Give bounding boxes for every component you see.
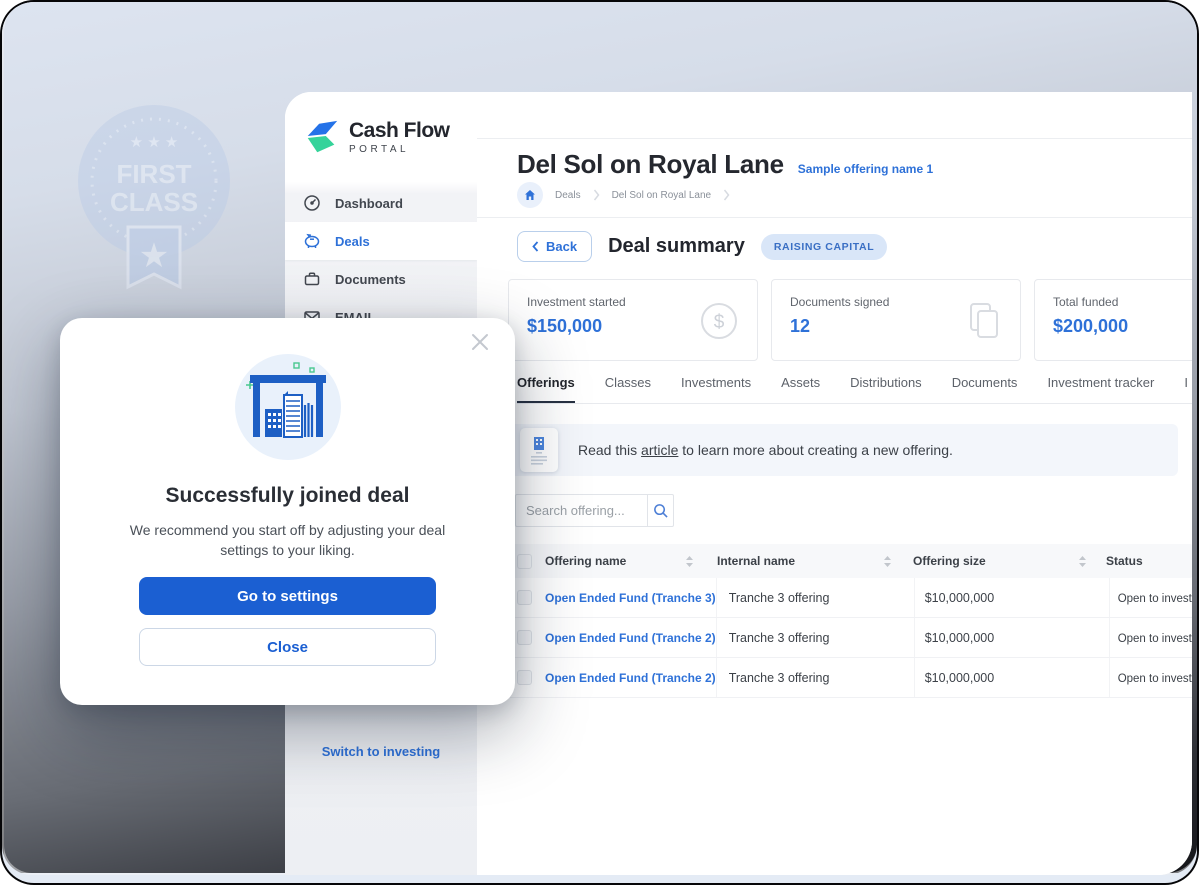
breadcrumb: Deals Del Sol on Royal Lane [517, 182, 730, 208]
modal-title: Successfully joined deal [60, 484, 515, 508]
article-doc-icon [520, 428, 558, 472]
back-button[interactable]: Back [517, 231, 592, 262]
tab-assets[interactable]: Assets [781, 375, 820, 403]
dollar-circle-icon: $ [699, 301, 739, 341]
chevron-right-icon [723, 189, 730, 201]
device-frame: ★ ★ ★ FIRST CLASS ★ Cash Flow PORTAL [0, 0, 1199, 885]
banner-text: Read this article to learn more about cr… [578, 442, 953, 458]
sidebar-item-documents[interactable]: Documents [285, 260, 477, 298]
table-header-row: Offering name Internal name [510, 544, 1192, 578]
sort-icon[interactable] [884, 556, 891, 567]
status-text: Open to investment [1118, 673, 1192, 685]
row-checkbox[interactable] [517, 670, 532, 685]
table-row[interactable]: Open Ended Fund (Tranche 3) Tranche 3 of… [510, 578, 1192, 618]
table-row[interactable]: Open Ended Fund (Tranche 2) Tranche 3 of… [510, 658, 1192, 698]
offerings-table: Offering name Internal name [510, 544, 1192, 698]
search-button[interactable] [647, 494, 674, 527]
section-title: Deal summary [608, 235, 745, 258]
logo-subtitle: PORTAL [349, 144, 450, 155]
stat-card-documents-signed: Documents signed 12 [771, 279, 1021, 361]
svg-text:★ ★ ★: ★ ★ ★ [130, 134, 179, 151]
sample-offering-link[interactable]: Sample offering name 1 [798, 162, 933, 176]
stat-card-total-funded: Total funded $200,000 [1034, 279, 1192, 361]
table-row[interactable]: Open Ended Fund (Tranche 2) Tranche 3 of… [510, 618, 1192, 658]
go-to-settings-button[interactable]: Go to settings [139, 577, 436, 615]
search-icon [653, 503, 668, 518]
sidebar-item-label: Dashboard [335, 196, 403, 211]
tab-investment-tracker[interactable]: Investment tracker [1047, 375, 1154, 403]
row-checkbox[interactable] [517, 590, 532, 605]
sidebar-item-dashboard[interactable]: Dashboard [285, 184, 477, 222]
article-link[interactable]: article [641, 442, 678, 458]
sort-icon[interactable] [1079, 556, 1086, 567]
main-content: Del Sol on Royal Lane Sample offering na… [477, 92, 1192, 875]
summary-toolbar: Back Deal summary RAISING CAPITAL [517, 231, 887, 262]
offering-name-link[interactable]: Open Ended Fund (Tranche 2) [545, 631, 716, 645]
sidebar-nav: Dashboard Deals Docu [285, 184, 477, 336]
gauge-icon [303, 194, 321, 212]
cashflow-logo-icon [303, 118, 341, 156]
sidebar-item-label: Deals [335, 234, 370, 249]
first-class-badge-watermark: ★ ★ ★ FIRST CLASS ★ [72, 95, 237, 290]
breadcrumb-deals[interactable]: Deals [555, 190, 581, 201]
documents-icon [966, 301, 1002, 341]
search-row [515, 494, 674, 527]
joined-deal-modal: Successfully joined deal We recommend yo… [60, 318, 515, 705]
switch-to-investing-link[interactable]: Switch to investing [285, 744, 477, 759]
offering-name-link[interactable]: Open Ended Fund (Tranche 3) [545, 591, 716, 605]
app-logo: Cash Flow PORTAL [303, 118, 450, 156]
chevron-left-icon [532, 241, 539, 252]
chevron-right-icon [593, 189, 600, 201]
sidebar-item-deals[interactable]: Deals [285, 222, 477, 260]
breadcrumb-current: Del Sol on Royal Lane [612, 190, 712, 201]
tab-classes[interactable]: Classes [605, 375, 651, 403]
stats-cards: Investment started $150,000 $ Documents … [508, 279, 1192, 363]
top-divider [477, 138, 1192, 139]
home-icon [524, 189, 536, 201]
close-button[interactable]: Close [139, 628, 436, 666]
svg-text:$: $ [714, 312, 725, 333]
tab-distributions[interactable]: Distributions [850, 375, 922, 403]
page-background: ★ ★ ★ FIRST CLASS ★ Cash Flow PORTAL [2, 2, 1197, 883]
status-text: Open to investment [1118, 593, 1192, 605]
tab-documents[interactable]: Documents [952, 375, 1018, 403]
svg-text:CLASS: CLASS [110, 187, 198, 217]
close-icon[interactable] [471, 333, 489, 356]
tab-offerings[interactable]: Offerings [517, 375, 575, 403]
select-all-checkbox[interactable] [517, 554, 532, 569]
status-text: Open to investment [1118, 633, 1192, 645]
tab-bar: Offerings Classes Investments Assets Dis… [517, 375, 1192, 404]
raising-capital-badge: RAISING CAPITAL [761, 234, 887, 260]
tab-partial[interactable]: I [1184, 375, 1188, 403]
header-divider [477, 217, 1192, 218]
stat-card-investment-started: Investment started $150,000 $ [508, 279, 758, 361]
sort-icon[interactable] [686, 556, 693, 567]
modal-body-text: We recommend you start off by adjusting … [123, 520, 453, 561]
svg-text:FIRST: FIRST [116, 159, 191, 189]
offering-name-link[interactable]: Open Ended Fund (Tranche 2) [545, 671, 716, 685]
search-input[interactable] [515, 494, 647, 527]
home-breadcrumb[interactable] [517, 182, 543, 208]
page-title: Del Sol on Royal Lane [517, 149, 784, 180]
sidebar-item-label: Documents [335, 272, 406, 287]
piggy-bank-icon [303, 232, 321, 250]
briefcase-icon [303, 270, 321, 288]
tab-investments[interactable]: Investments [681, 375, 751, 403]
svg-text:★: ★ [139, 237, 169, 275]
row-checkbox[interactable] [517, 630, 532, 645]
buildings-illustration [235, 354, 341, 460]
logo-title: Cash Flow [349, 119, 450, 143]
article-banner: Read this article to learn more about cr… [508, 424, 1178, 476]
